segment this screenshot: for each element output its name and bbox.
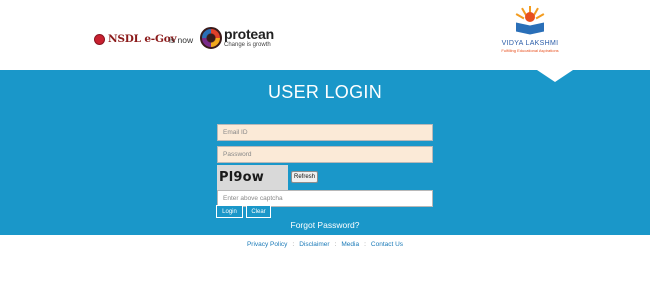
vidya-lakshmi-logo: VIDYA LAKSHMI Fulfilling Educational Asp… [495, 4, 565, 60]
page-title: USER LOGIN [267, 82, 383, 102]
protean-emblem-icon [200, 27, 222, 49]
header: NSDL e-Gov is now protean Change is grow… [0, 0, 650, 70]
refresh-captcha-button[interactable]: Refresh [291, 171, 318, 183]
protean-logo: protean Change is growth [200, 27, 274, 49]
nsdl-emblem-icon [94, 33, 105, 45]
login-page: NSDL e-Gov is now protean Change is grow… [0, 0, 650, 284]
vidya-lakshmi-emblem-icon [510, 4, 550, 36]
footer-separator: : [292, 241, 295, 248]
vidya-lakshmi-tagline: Fulfilling Educational Aspirations [501, 48, 559, 53]
is-now-text: is now [169, 35, 194, 45]
clear-button[interactable]: Clear [246, 205, 271, 218]
disclaimer-link[interactable]: Disclaimer [299, 241, 329, 248]
captcha-image: Pl9ow [217, 165, 288, 190]
nsdl-egov-logo: NSDL e-Gov [94, 33, 177, 45]
email-field[interactable] [217, 124, 433, 141]
protean-name: protean [224, 26, 274, 42]
privacy-policy-link[interactable]: Privacy Policy [247, 241, 287, 248]
vidya-lakshmi-name: VIDYA LAKSHMI [501, 40, 559, 47]
nsdl-logo-text: NSDL e-Gov [108, 33, 177, 45]
protean-tagline: Change is growth [224, 42, 271, 48]
media-link[interactable]: Media [341, 241, 359, 248]
footer-separator: : [334, 241, 337, 248]
header-notch [537, 70, 573, 82]
password-field[interactable] [217, 146, 433, 163]
forgot-password-link[interactable]: Forgot Password? [0, 220, 650, 230]
login-button[interactable]: Login [216, 205, 243, 218]
contact-us-link[interactable]: Contact Us [371, 241, 403, 248]
footer-separator: : [364, 241, 366, 248]
footer-links: Privacy Policy: Disclaimer: Media: Contact … [0, 241, 650, 248]
